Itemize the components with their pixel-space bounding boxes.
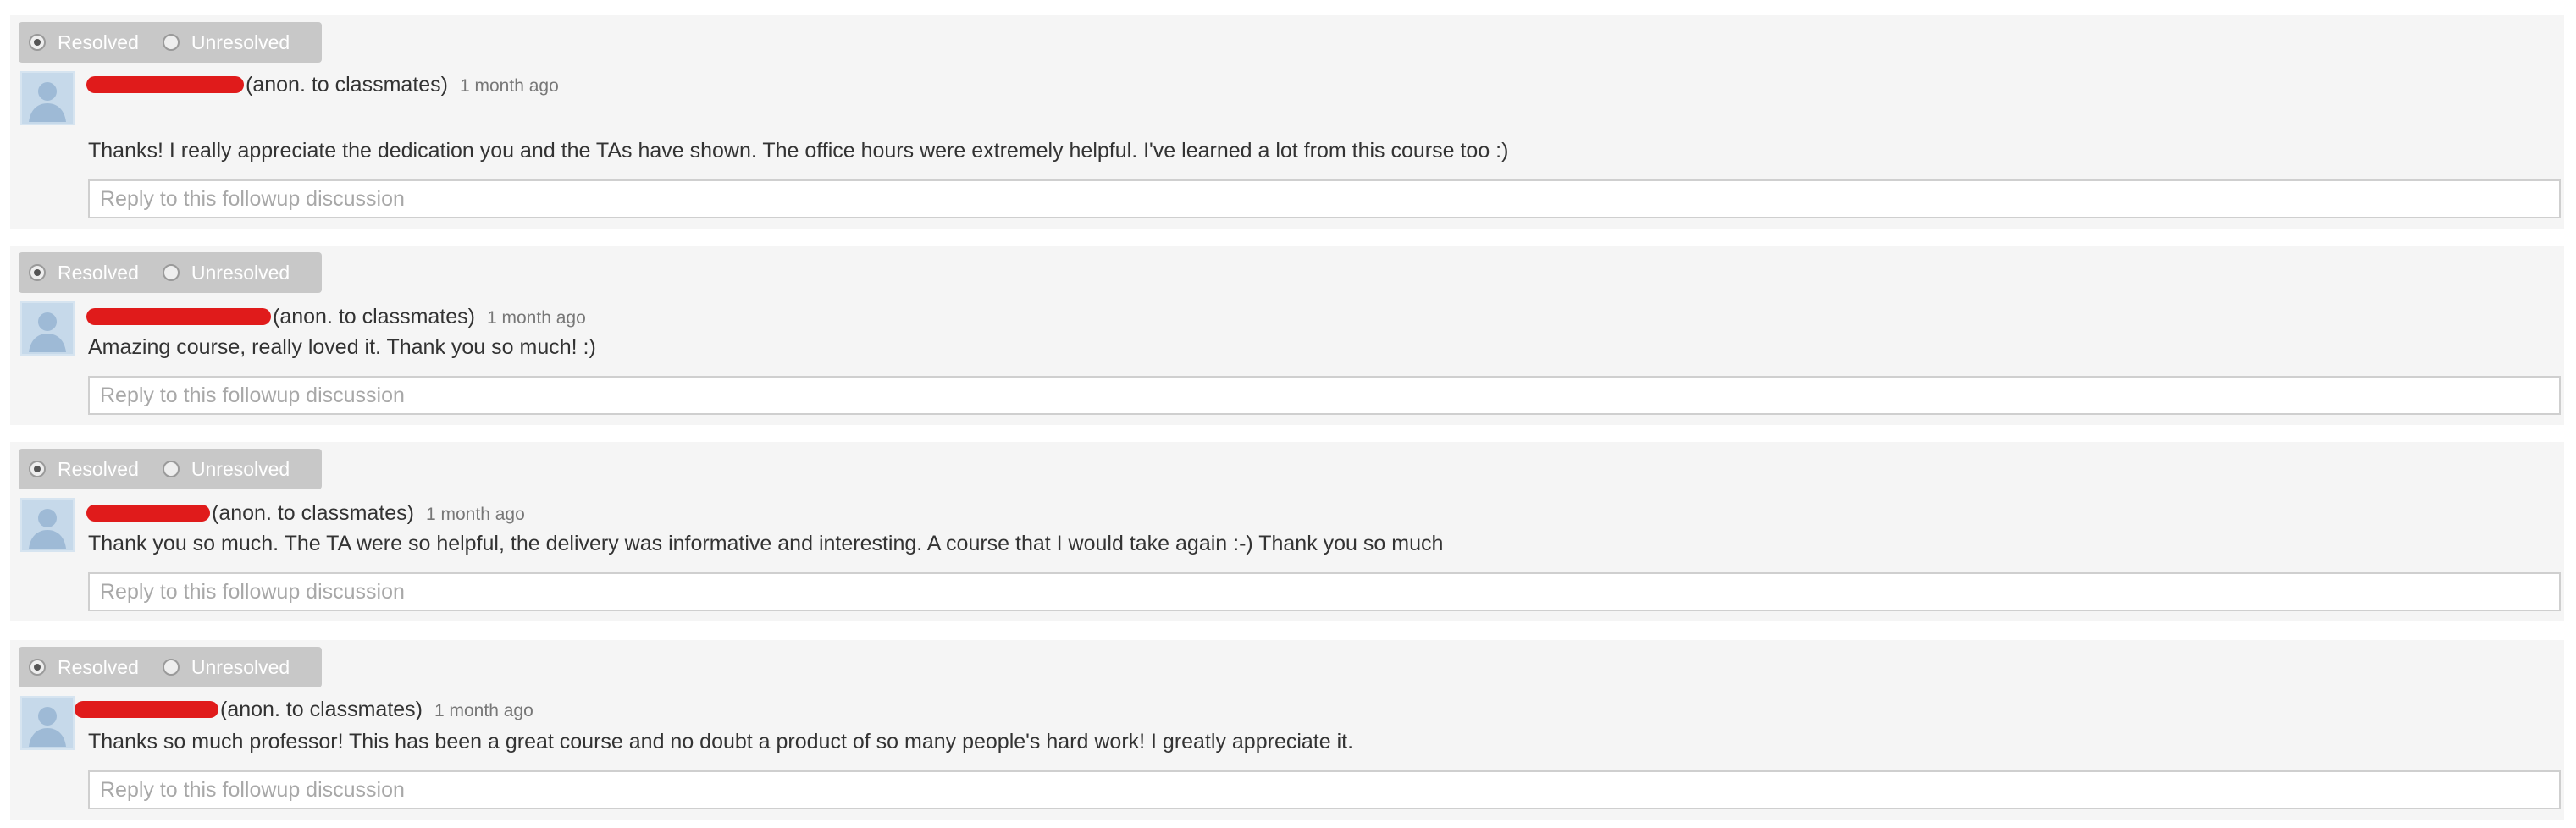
reply-input[interactable] [88,376,2561,415]
radio-unchecked-icon[interactable] [162,34,180,51]
radio-checked-icon[interactable] [29,264,46,281]
resolved-option[interactable]: Resolved [29,656,139,679]
resolved-label: Resolved [58,655,139,678]
followup-text: Amazing course, really loved it. Thank y… [88,335,596,359]
author-tag: (anon. to classmates) [212,501,414,525]
author-tag: (anon. to classmates) [246,73,448,97]
unresolved-option[interactable]: Unresolved [162,30,290,54]
resolved-option[interactable]: Resolved [29,458,139,481]
followup-discussion: Resolved Unresolved (anon. to classmates… [10,442,2564,621]
author-line: (anon. to classmates) 1 month ago [86,305,586,329]
avatar-icon [20,696,75,750]
resolved-option[interactable]: Resolved [29,31,139,54]
unresolved-label: Unresolved [191,30,290,53]
timestamp: 1 month ago [460,76,559,96]
resolved-toggle: Resolved Unresolved [19,449,322,489]
avatar-icon [20,301,75,356]
author-tag: (anon. to classmates) [273,305,475,328]
redacted-name [86,505,210,522]
followup-text: Thanks! I really appreciate the dedicati… [88,139,1509,163]
author-line: (anon. to classmates) 1 month ago [86,501,525,526]
followup-text: Thanks so much professor! This has been … [88,730,1354,753]
radio-checked-icon[interactable] [29,659,46,676]
avatar-icon [20,498,75,552]
resolved-label: Resolved [58,457,139,480]
unresolved-option[interactable]: Unresolved [162,261,290,284]
radio-unchecked-icon[interactable] [162,264,180,281]
redacted-name [86,76,244,93]
author-line: (anon. to classmates) 1 month ago [75,698,533,722]
resolved-label: Resolved [58,261,139,284]
unresolved-option[interactable]: Unresolved [162,457,290,481]
resolved-label: Resolved [58,30,139,53]
resolved-toggle: Resolved Unresolved [19,22,322,63]
followup-discussions: Resolved Unresolved (anon. to classmates… [0,0,2576,828]
followup-text: Thank you so much. The TA were so helpfu… [88,532,1444,555]
resolved-option[interactable]: Resolved [29,262,139,284]
reply-input[interactable] [88,179,2561,218]
timestamp: 1 month ago [426,505,525,524]
reply-input[interactable] [88,770,2561,809]
followup-discussion: Resolved Unresolved (anon. to classmates… [10,246,2564,425]
timestamp: 1 month ago [487,308,586,328]
avatar-icon [20,71,75,125]
timestamp: 1 month ago [434,701,533,720]
redacted-name [86,308,271,325]
radio-unchecked-icon[interactable] [162,659,180,676]
unresolved-option[interactable]: Unresolved [162,655,290,679]
unresolved-label: Unresolved [191,261,290,284]
unresolved-label: Unresolved [191,655,290,678]
radio-checked-icon[interactable] [29,34,46,51]
author-line: (anon. to classmates) 1 month ago [86,73,559,97]
redacted-name [75,701,218,718]
radio-unchecked-icon[interactable] [162,461,180,477]
resolved-toggle: Resolved Unresolved [19,252,322,293]
resolved-toggle: Resolved Unresolved [19,647,322,687]
followup-discussion: Resolved Unresolved (anon. to classmates… [10,640,2564,820]
unresolved-label: Unresolved [191,457,290,480]
author-tag: (anon. to classmates) [220,698,423,721]
reply-input[interactable] [88,572,2561,611]
followup-discussion: Resolved Unresolved (anon. to classmates… [10,15,2564,229]
radio-checked-icon[interactable] [29,461,46,477]
